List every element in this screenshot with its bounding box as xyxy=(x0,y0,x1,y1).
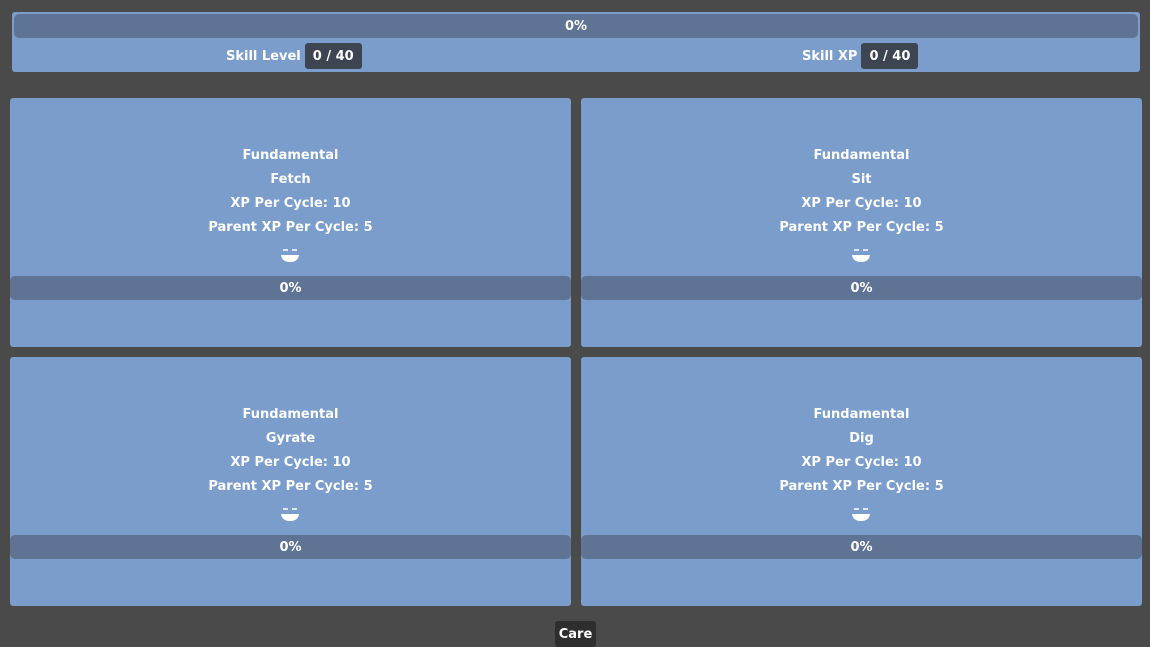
trick-progress-bar: 0% xyxy=(10,276,571,300)
skill-xp-stat: Skill XP 0 / 40 xyxy=(802,43,919,69)
trick-name: Gyrate xyxy=(265,431,316,446)
trick-progress-text: 0% xyxy=(279,280,302,296)
bowl-face-icon xyxy=(281,508,299,521)
trick-card-fetch[interactable]: Fundamental Fetch XP Per Cycle: 10 Paren… xyxy=(10,98,571,347)
trick-name: Sit xyxy=(851,172,872,187)
trick-progress-text: 0% xyxy=(850,280,873,296)
trick-parent-xp-per-cycle: Parent XP Per Cycle: 5 xyxy=(208,220,373,235)
skill-progress-text: 0% xyxy=(564,18,588,34)
trick-category: Fundamental xyxy=(242,148,339,163)
trick-xp-per-cycle: XP Per Cycle: 10 xyxy=(801,455,922,470)
skill-panel: 0% Skill Level 0 / 40 Skill XP 0 / 40 xyxy=(12,12,1140,72)
trick-category: Fundamental xyxy=(813,148,910,163)
trick-card-gyrate[interactable]: Fundamental Gyrate XP Per Cycle: 10 Pare… xyxy=(10,357,571,606)
skill-level-label: Skill Level xyxy=(226,48,301,64)
skill-level-value: 0 / 40 xyxy=(304,43,362,69)
skill-xp-label: Skill XP xyxy=(802,48,858,64)
trick-card-sit[interactable]: Fundamental Sit XP Per Cycle: 10 Parent … xyxy=(581,98,1142,347)
care-button[interactable]: Care xyxy=(555,621,596,647)
bowl-face-icon xyxy=(281,249,299,262)
trick-parent-xp-per-cycle: Parent XP Per Cycle: 5 xyxy=(208,479,373,494)
skill-xp-value: 0 / 40 xyxy=(861,43,919,69)
trick-name: Fetch xyxy=(270,172,311,187)
trick-progress-text: 0% xyxy=(850,539,873,555)
trick-name: Dig xyxy=(849,431,874,446)
trick-progress-bar: 0% xyxy=(10,535,571,559)
trick-xp-per-cycle: XP Per Cycle: 10 xyxy=(230,455,351,470)
trick-category: Fundamental xyxy=(813,407,910,422)
skill-progress-bar: 0% xyxy=(14,14,1138,38)
trick-progress-bar: 0% xyxy=(581,535,1142,559)
trick-parent-xp-per-cycle: Parent XP Per Cycle: 5 xyxy=(779,479,944,494)
trick-xp-per-cycle: XP Per Cycle: 10 xyxy=(801,196,922,211)
trick-parent-xp-per-cycle: Parent XP Per Cycle: 5 xyxy=(779,220,944,235)
trick-card-dig[interactable]: Fundamental Dig XP Per Cycle: 10 Parent … xyxy=(581,357,1142,606)
trick-xp-per-cycle: XP Per Cycle: 10 xyxy=(230,196,351,211)
trick-progress-bar: 0% xyxy=(581,276,1142,300)
bowl-face-icon xyxy=(852,249,870,262)
game-screen: 0% Skill Level 0 / 40 Skill XP 0 / 40 Fu… xyxy=(0,0,1150,647)
trick-category: Fundamental xyxy=(242,407,339,422)
skill-level-stat: Skill Level 0 / 40 xyxy=(226,43,362,69)
bowl-face-icon xyxy=(852,508,870,521)
trick-progress-text: 0% xyxy=(279,539,302,555)
